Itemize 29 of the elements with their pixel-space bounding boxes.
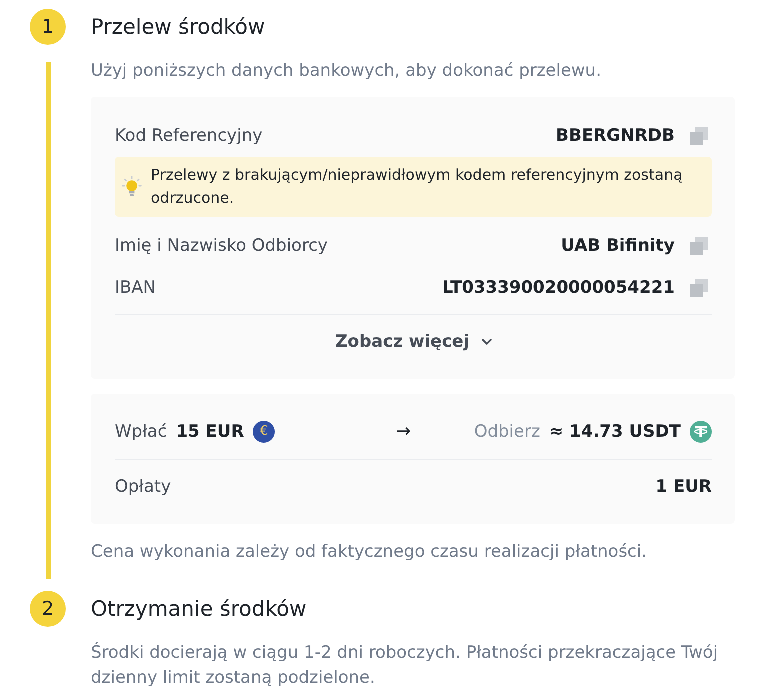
warning-text: Przelewy z brakującym/nieprawidłowym kodem referencyjnym zostaną odrzucone. <box>151 165 684 209</box>
step-description: Użyj poniższych danych bankowych, aby dokonać przelewu. <box>91 60 602 83</box>
price-note: Cena wykonania zależy od faktycznego czasu realizacji płatności. <box>91 541 648 564</box>
field-label: Imię i Nazwisko Odbiorcy <box>115 235 328 258</box>
euro-coin-icon: € <box>253 421 276 443</box>
receive-label: Odbierz <box>474 421 540 444</box>
copy-icon[interactable] <box>690 237 708 255</box>
field-value: UAB Bifinity <box>561 235 675 258</box>
copy-icon[interactable] <box>690 127 708 145</box>
fees-label: Opłaty <box>115 476 172 499</box>
chevron-down-icon <box>482 339 492 345</box>
see-more-button[interactable]: Zobacz więcej <box>115 315 712 369</box>
step-title: Przelew środków <box>91 14 266 41</box>
step-description: Środki docierają w ciągu 1-2 dni roboczych. Płatności przekraczające Twój dzienny limit zostaną podzielone. <box>91 641 720 690</box>
lightbulb-icon <box>122 176 142 198</box>
field-label: Kod Referencyjny <box>115 125 263 148</box>
arrow: → <box>394 420 412 444</box>
tether-coin-icon <box>690 421 712 443</box>
field-label: IBAN <box>115 277 156 300</box>
deposit-amount: 15 EUR <box>176 421 244 444</box>
copy-icon[interactable] <box>690 279 708 297</box>
deposit-label: Wpłać <box>115 421 168 444</box>
fees-value: 1 EUR <box>656 476 712 499</box>
field-value: BBERGNRDB <box>556 125 675 148</box>
step-number: 1 <box>30 9 66 45</box>
field-value: LT033390020000054221 <box>442 277 675 300</box>
step-title: Otrzymanie środków <box>91 596 308 623</box>
receive-amount: ≈ 14.73 USDT <box>549 421 681 444</box>
step-number: 2 <box>30 591 66 627</box>
